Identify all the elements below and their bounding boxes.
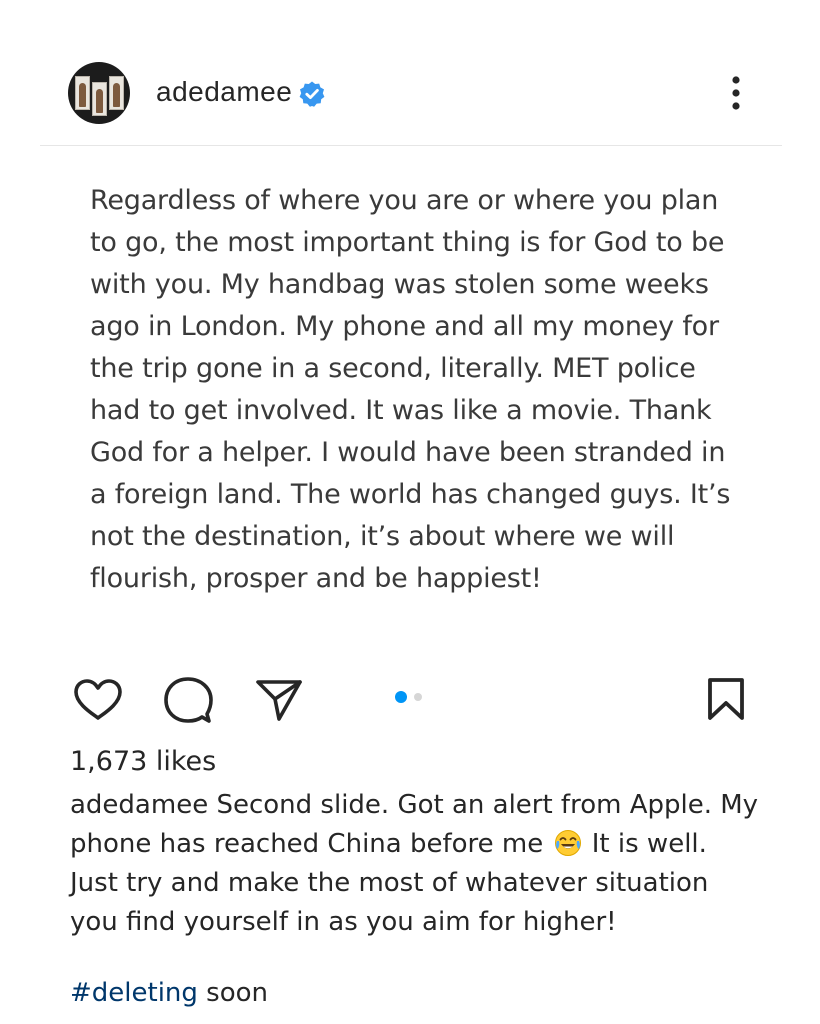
slide-text-line: had to get involved. It was like a movie… bbox=[90, 395, 712, 426]
caption-text: Second slide. Got an alert from Apple. M… bbox=[216, 790, 759, 820]
avatar-photo-frame bbox=[92, 82, 107, 116]
face-with-tears-of-joy-emoji bbox=[554, 829, 582, 857]
slide-text-line: to go, the most important thing is for G… bbox=[90, 227, 725, 258]
more-options-icon[interactable] bbox=[722, 72, 750, 116]
slide-text-line: the trip gone in a second, literally. ME… bbox=[90, 353, 696, 384]
caption-line: phone has reached China before me It is … bbox=[70, 825, 790, 864]
caption-line: Just try and make the most of whatever s… bbox=[70, 868, 709, 898]
slide-text-line: flourish, prosper and be happiest! bbox=[90, 563, 542, 594]
action-bar bbox=[0, 672, 820, 728]
heart-icon[interactable] bbox=[73, 678, 123, 722]
post-username[interactable]: adedamee bbox=[156, 76, 292, 108]
comment-bubble-icon[interactable] bbox=[163, 676, 213, 724]
slide-text-line: God for a helper. I would have been stra… bbox=[90, 437, 726, 468]
slide-text-line: Regardless of where you are or where you… bbox=[90, 185, 719, 216]
slide-text-line: with you. My handbag was stolen some wee… bbox=[90, 269, 709, 300]
post-header: adedamee bbox=[0, 0, 820, 146]
slide-text-line: ago in London. My phone and all my money… bbox=[90, 311, 719, 342]
caption-text: It is well. bbox=[591, 829, 707, 859]
paper-plane-icon[interactable] bbox=[255, 678, 303, 722]
caption-text: soon bbox=[206, 978, 269, 1008]
avatar[interactable] bbox=[68, 62, 130, 124]
slide-text-line: a foreign land. The world has changed gu… bbox=[90, 479, 731, 510]
bookmark-icon[interactable] bbox=[707, 677, 745, 721]
slide-text-line: not the destination, it’s about where we… bbox=[90, 521, 675, 552]
avatar-photo-frame bbox=[109, 76, 124, 110]
likes-count[interactable]: 1,673 likes bbox=[70, 746, 216, 777]
caption-line: adedamee Second slide. Got an alert from… bbox=[70, 786, 790, 825]
caption-text: phone has reached China before me bbox=[70, 829, 544, 859]
carousel-dot-active[interactable] bbox=[395, 691, 407, 703]
post-slide-text: Regardless of where you are or where you… bbox=[90, 180, 750, 600]
header-divider bbox=[40, 145, 782, 146]
verified-badge-icon bbox=[298, 80, 326, 108]
caption-username[interactable]: adedamee bbox=[70, 790, 208, 820]
post-caption: adedamee Second slide. Got an alert from… bbox=[70, 786, 790, 942]
hashtag-link[interactable]: #deleting bbox=[70, 978, 198, 1008]
carousel-dot[interactable] bbox=[414, 693, 422, 701]
avatar-photo-frame bbox=[75, 76, 90, 110]
caption-line: you find yourself in as you aim for high… bbox=[70, 907, 617, 937]
caption-hashtag-line: #deleting soon bbox=[70, 978, 268, 1008]
